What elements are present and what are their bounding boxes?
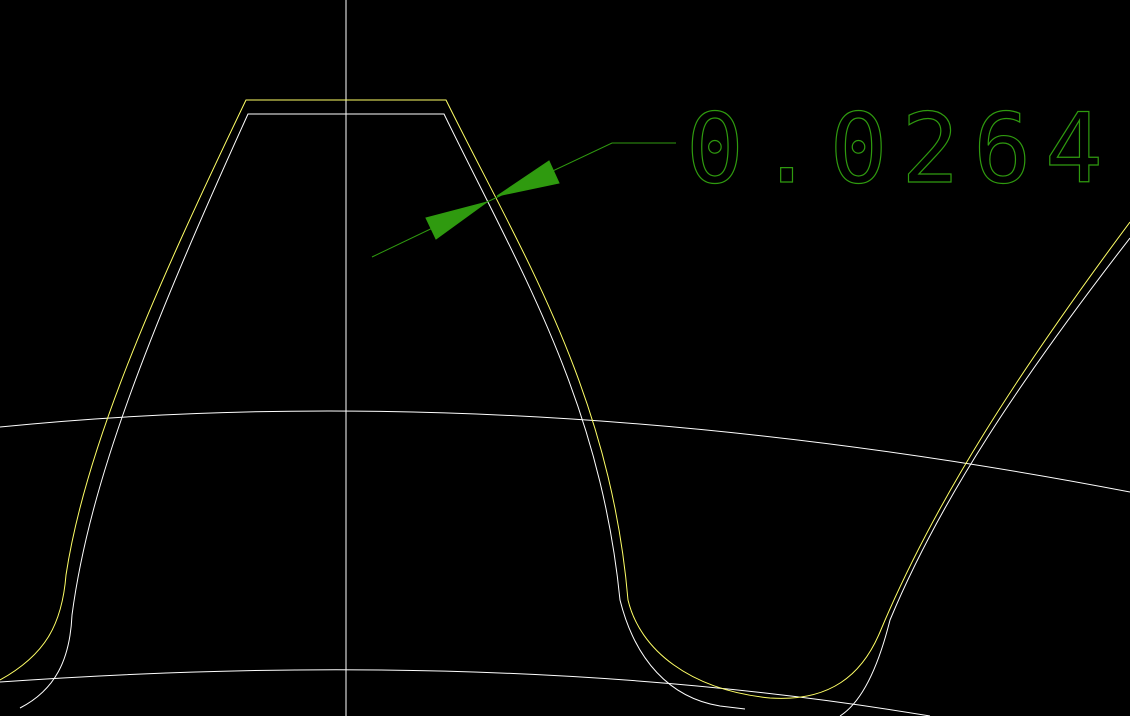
drawing-svg: 0.0264: [0, 0, 1130, 716]
pitch-circle-arc: [0, 410, 1130, 493]
next-tooth-flank-white: [839, 237, 1130, 716]
root-circle-arc: [0, 669, 931, 716]
dimension-value-text[interactable]: 0.0264: [685, 92, 1117, 205]
filled-triangle-arrowhead-icon: [425, 201, 488, 240]
cad-drawing-viewport[interactable]: 0.0264: [0, 0, 1130, 716]
dimension-leader-line: [371, 142, 676, 258]
filled-triangle-arrowhead-icon: [496, 160, 560, 197]
